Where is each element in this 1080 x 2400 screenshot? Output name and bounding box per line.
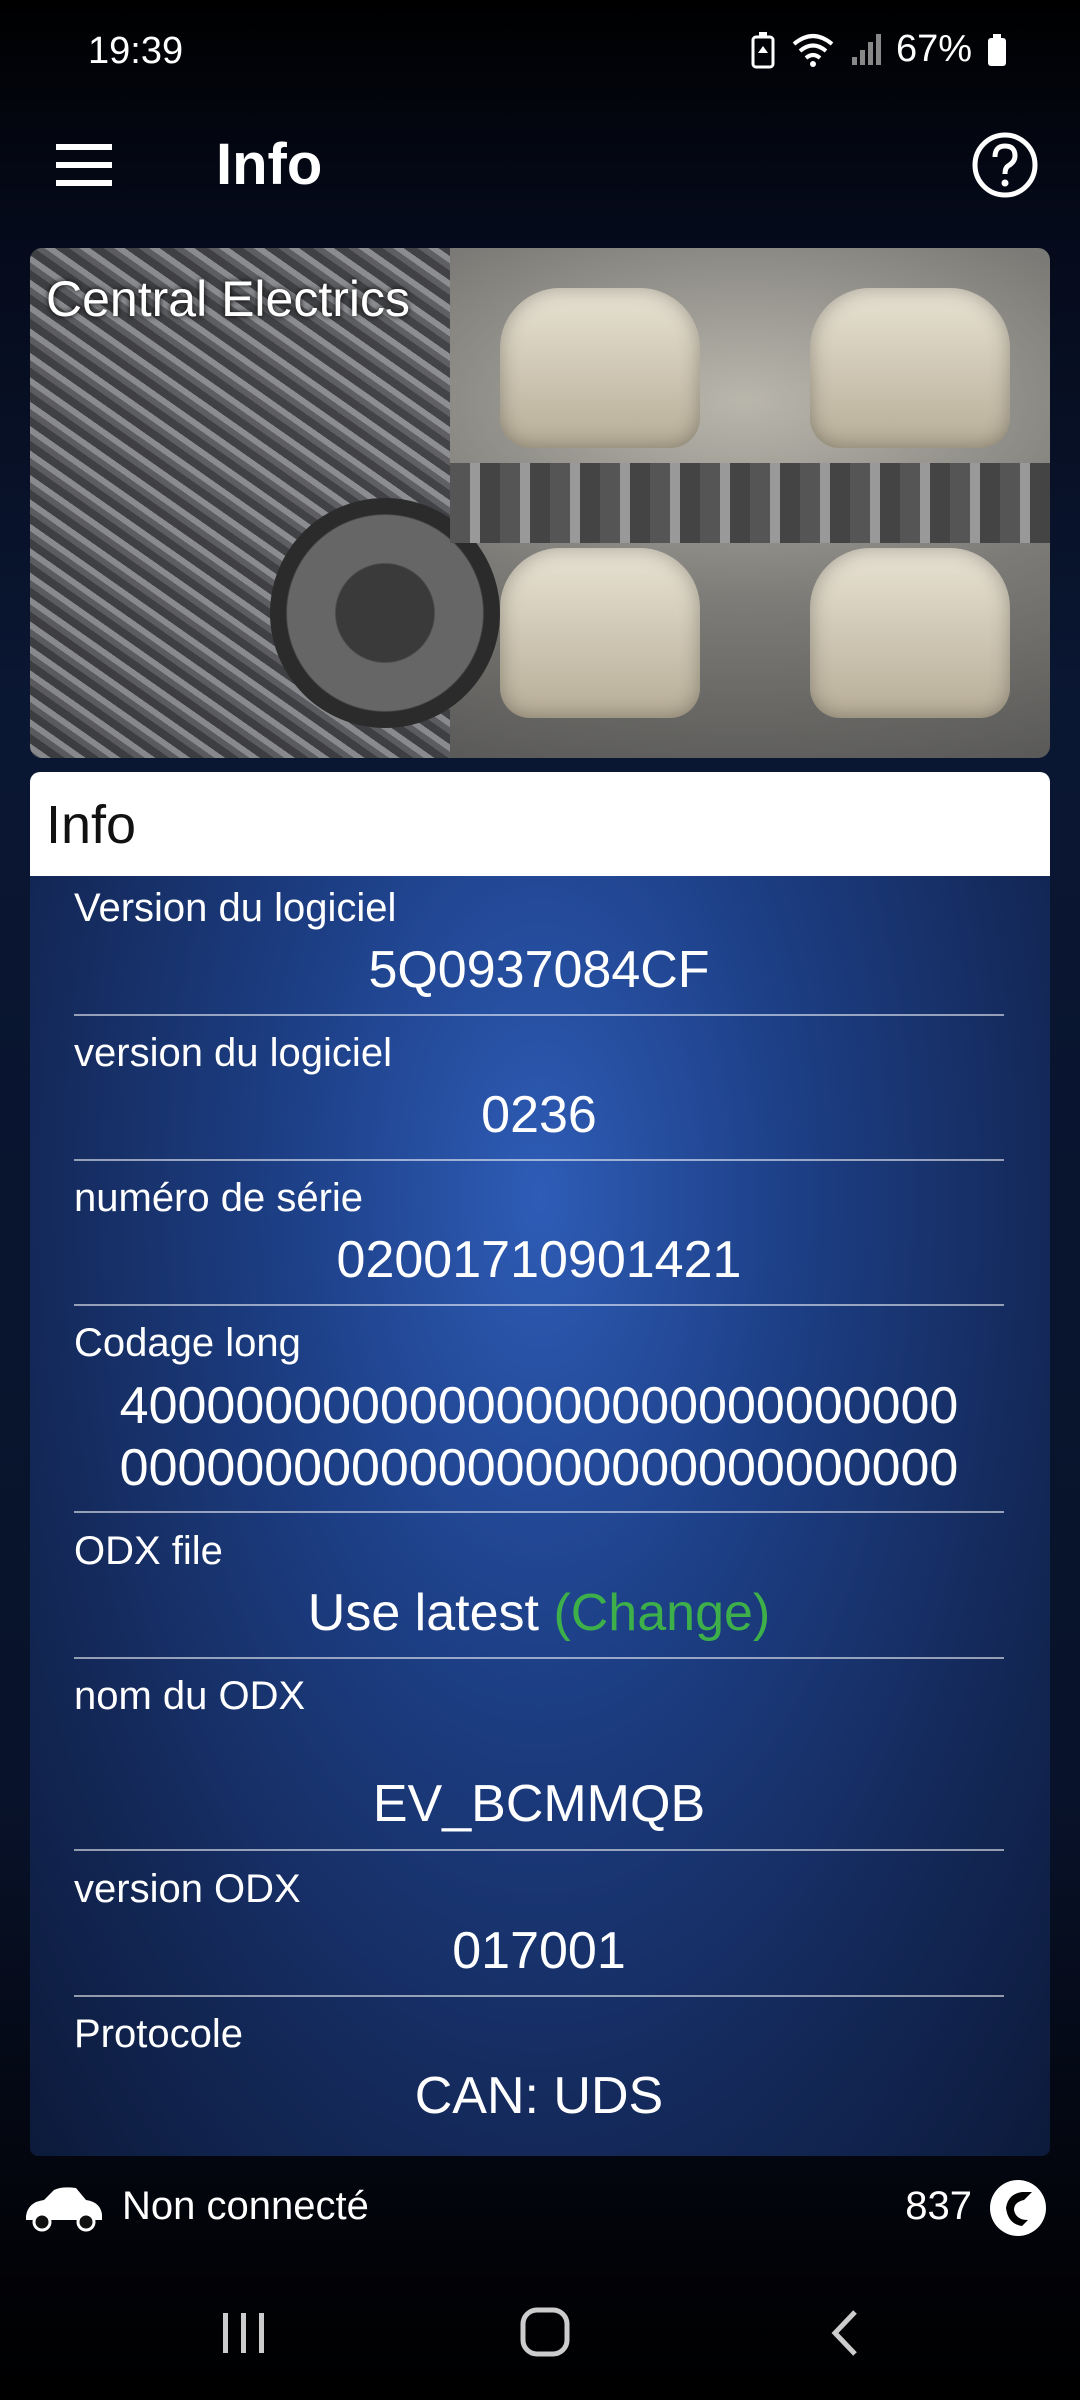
status-icons: 67% [750, 28, 1008, 71]
console-illustration [450, 463, 1050, 543]
row-label: nom du ODX [74, 1674, 306, 1718]
info-card-header: Info [30, 772, 1050, 876]
row-label: Protocole [74, 2012, 243, 2056]
screen: 19:39 67% Info Central Electrics Info Ve… [0, 0, 1080, 2400]
info-row: nom du ODX EV_BCMMQB [74, 1664, 1004, 1851]
row-value: EV_BCMMQB [372, 1775, 706, 1833]
menu-button[interactable] [44, 130, 124, 200]
status-time: 19:39 [88, 30, 184, 72]
seat-illustration [810, 548, 1010, 718]
info-row: version du logiciel 0236 [74, 1021, 1004, 1161]
info-row: Codage long 4000000000000000000000000000… [74, 1311, 1004, 1513]
module-banner-image: Central Electrics [30, 248, 1050, 758]
signal-icon [851, 33, 881, 65]
info-row: version ODX 017001 [74, 1857, 1004, 1997]
car-icon [26, 2187, 102, 2232]
help-button[interactable] [970, 130, 1040, 200]
back-icon [831, 2310, 857, 2356]
app-logo-icon[interactable] [988, 2178, 1048, 2238]
coding-line: 00000000000000000000000000000 [119, 1439, 959, 1497]
connection-status: Non connecté [122, 2184, 369, 2228]
battery-icon [988, 33, 1006, 66]
battery-saver-icon [751, 31, 775, 68]
row-label: ODX file [74, 1529, 223, 1573]
connection-status-bar: Non connecté 837 [0, 2170, 1080, 2250]
seat-illustration [500, 548, 700, 718]
row-value: 02001710901421 [336, 1231, 742, 1289]
wifi-icon [792, 33, 834, 67]
help-icon [972, 132, 1038, 198]
row-label: version ODX [74, 1867, 301, 1911]
battery-percent: 67% [895, 28, 972, 70]
credit-count: 837 [905, 2184, 972, 2228]
module-name: Central Electrics [46, 271, 410, 327]
row-value: 5Q0937084CF [368, 941, 710, 999]
seat-illustration [810, 288, 1010, 448]
info-row: ODX file Use latest (Change) [74, 1519, 1004, 1659]
seat-illustration [500, 288, 700, 448]
back-button[interactable] [807, 2298, 887, 2368]
row-value: 0236 [481, 1086, 597, 1144]
system-nav-bar [0, 2270, 1080, 2400]
recents-icon [223, 2313, 264, 2353]
row-label: version du logiciel [74, 1031, 392, 1075]
row-value: CAN: UDS [414, 2067, 664, 2125]
row-value: 017001 [452, 1922, 626, 1980]
info-row: Protocole CAN: UDS [74, 2002, 1004, 2142]
info-row: numéro de série 02001710901421 [74, 1166, 1004, 1306]
info-card-body: Version du logiciel 5Q0937084CF version … [30, 876, 1050, 2156]
row-label: Codage long [74, 1321, 301, 1365]
home-icon [520, 2307, 570, 2357]
coding-line: 40000000000000000000000000000 [119, 1377, 959, 1435]
row-label: numéro de série [74, 1176, 364, 1220]
info-row: Version du logiciel 5Q0937084CF [74, 876, 1004, 1016]
info-card-title: Info [46, 795, 137, 855]
row-value: 40000000000000000000000000000 0000000000… [74, 1375, 1004, 1499]
page-title: Info [216, 132, 323, 197]
menu-icon [56, 144, 112, 186]
odx-file-value: Use latest [307, 1584, 539, 1642]
home-button[interactable] [505, 2298, 585, 2368]
recents-button[interactable] [203, 2298, 283, 2368]
status-bar: 19:39 67% [0, 0, 1080, 100]
app-toolbar: Info [0, 110, 1080, 220]
row-value: Use latest (Change) [74, 1583, 1004, 1643]
row-label: Version du logiciel [74, 886, 397, 930]
change-odx-link[interactable]: (Change) [553, 1584, 770, 1642]
